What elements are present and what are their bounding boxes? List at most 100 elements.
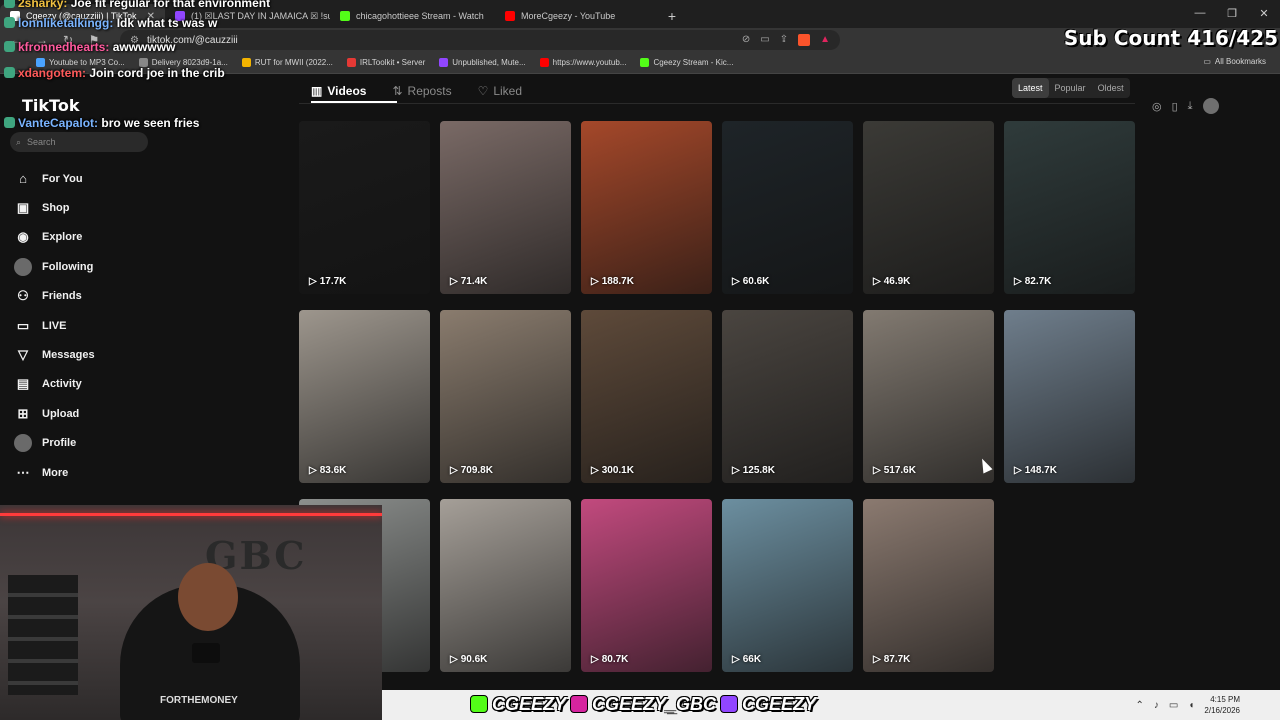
sidebar-item-label: Friends [42,290,82,303]
video-thumbnail[interactable]: ▷ 83.6K [299,310,430,483]
chat-badge-icon [4,117,15,128]
instagram-handle: CGEEZY_GBC [592,693,717,714]
play-icon: ▷ [873,276,881,287]
view-count: ▷ 125.8K [732,465,775,476]
repost-icon: ⇅ [392,84,403,98]
sidebar-item-more[interactable]: ⋯ More [14,458,164,487]
video-thumbnail[interactable]: ▷ 148.7K [1004,310,1135,483]
sub-count-overlay: Sub Count 416/425 [1063,26,1278,50]
network-icon[interactable]: ▭ [1169,700,1178,711]
sidebar-item-explore[interactable]: ◉ Explore [14,223,164,252]
bookmark-item[interactable]: IRLToolkit • Server [346,58,425,67]
tab-label: Videos [327,84,367,98]
sidebar-item-shop[interactable]: ▣ Shop [14,193,164,222]
video-thumbnail[interactable]: ▷ 125.8K [722,310,853,483]
sidebar-item-live[interactable]: ▭ LIVE [14,311,164,340]
share-icon[interactable]: ⇪ [780,34,788,46]
view-count-text: 709.8K [460,465,493,476]
sort-oldest-button[interactable]: Oldest [1092,78,1130,98]
screen: Cgeezy (@cauzziii) | TikTok ✕ (1) ☒LAST … [0,0,1280,720]
video-thumbnail[interactable]: ▷ 82.7K [1004,121,1135,294]
sidebar-item-following[interactable]: Following [14,252,164,281]
view-count: ▷ 80.7K [591,654,628,665]
download-icon[interactable]: ⤓ [1188,100,1193,113]
shop-bag-icon: ▣ [16,200,30,216]
play-icon: ▷ [591,654,599,665]
chat-message: kfronnedhearts: awwwwww [4,40,175,54]
window-controls: — ❐ ✕ [1184,0,1280,26]
mute-icon[interactable]: ⊘ [742,34,750,46]
tabs-divider [299,103,1135,104]
chat-badge-icon [4,41,15,52]
play-icon: ▷ [732,276,740,287]
view-count-text: 300.1K [601,465,634,476]
chevron-up-icon[interactable]: ⌃ [1136,700,1144,711]
bookmark-item[interactable]: Cgeezy Stream - Kic... [640,58,733,67]
upload-plus-icon: ⊞ [17,405,29,421]
sidebar-item-for-you[interactable]: ⌂ For You [14,164,164,193]
view-count: ▷ 517.6K [873,465,916,476]
all-bookmarks-label: All Bookmarks [1214,57,1266,66]
video-thumbnail[interactable]: ▷ 90.6K [440,499,571,672]
sidebar-item-messages[interactable]: ▽ Messages [14,340,164,369]
chat-username: VanteCapalot: [18,116,99,130]
view-count-text: 125.8K [742,465,775,476]
video-thumbnail[interactable]: ▷ 188.7K [581,121,712,294]
video-thumbnail[interactable]: ▷ 709.8K [440,310,571,483]
sidebar-item-label: Following [42,260,94,273]
mic-icon[interactable]: ♪ [1154,700,1159,711]
restore-icon[interactable]: ❐ [1216,0,1248,26]
play-icon: ▷ [1014,465,1022,476]
sidebar-item-friends[interactable]: ⚇ Friends [14,282,164,311]
all-bookmarks-button[interactable]: ▭ All Bookmarks [1203,57,1266,66]
twitch-handle: CGEEZY [742,693,817,714]
browser-tab-youtube[interactable]: MoreCgeezy - YouTube [495,4,660,28]
phone-icon[interactable]: ▯ [1172,100,1178,113]
video-thumbnail[interactable]: ▷ 80.7K [581,499,712,672]
minimize-icon[interactable]: — [1184,0,1216,26]
video-thumbnail[interactable]: ▷ 66K [722,499,853,672]
sidebar-item-profile[interactable]: Profile [14,429,164,458]
view-count-text: 80.7K [601,654,629,665]
video-thumbnail[interactable]: ▷ 60.6K [722,121,853,294]
video-thumbnail[interactable]: ▷ 87.7K [863,499,994,672]
bookmark-item[interactable]: https://www.youtub... [539,58,626,67]
sort-popular-button[interactable]: Popular [1049,78,1092,98]
sidebar-nav: ⌂ For You ▣ Shop ◉ Explore Following ⚇ Frien… [14,164,164,487]
sort-latest-button[interactable]: Latest [1012,78,1049,98]
bookmark-label: Unpublished, Mute... [452,58,526,67]
shirt-text: FORTHEMONEY [160,695,238,706]
video-thumbnail[interactable]: ▷ 46.9K [863,121,994,294]
volume-icon[interactable]: ◖ [1188,700,1194,711]
coins-icon[interactable]: ◎ [1152,100,1162,113]
clock[interactable]: 4:15 PM 2/16/2026 [1204,694,1240,716]
video-thumbnail[interactable]: ▷ 517.6K [863,310,994,483]
chat-message: xdangotem: Join cord joe in the crib [4,66,225,80]
video-thumbnail[interactable]: ▷ 300.1K [581,310,712,483]
play-icon: ▷ [591,276,599,287]
activity-icon: ▤ [16,376,30,392]
view-count: ▷ 82.7K [1014,276,1051,287]
cast-icon[interactable]: ▭ [760,34,769,46]
bookmark-favicon-icon [539,58,549,67]
user-avatar[interactable] [1202,98,1219,114]
close-window-icon[interactable]: ✕ [1248,0,1280,26]
sidebar-item-activity[interactable]: ▤ Activity [14,370,164,399]
video-thumbnail[interactable]: ▷ 17.7K [299,121,430,294]
tab-liked[interactable]: ♡ Liked [478,80,522,102]
new-tab-button[interactable]: + [660,4,684,28]
sidebar-item-label: Activity [42,378,82,391]
sidebar-item-upload[interactable]: ⊞ Upload [14,399,164,428]
view-count-text: 517.6K [883,465,916,476]
bookmark-item[interactable]: Unpublished, Mute... [439,58,526,67]
live-tv-icon: ▭ [16,317,30,333]
video-thumbnail[interactable]: ▷ 71.4K [440,121,571,294]
rewards-icon[interactable]: ▲ [820,34,830,46]
view-count-text: 90.6K [460,654,488,665]
view-count-text: 60.6K [742,276,770,287]
brave-shield-icon[interactable] [798,34,811,46]
home-icon: ⌂ [19,171,27,187]
tab-reposts[interactable]: ⇅ Reposts [392,80,451,102]
browser-tab-kick[interactable]: chicagohottieee Stream - Watch [330,4,495,28]
view-count: ▷ 90.6K [450,654,487,665]
